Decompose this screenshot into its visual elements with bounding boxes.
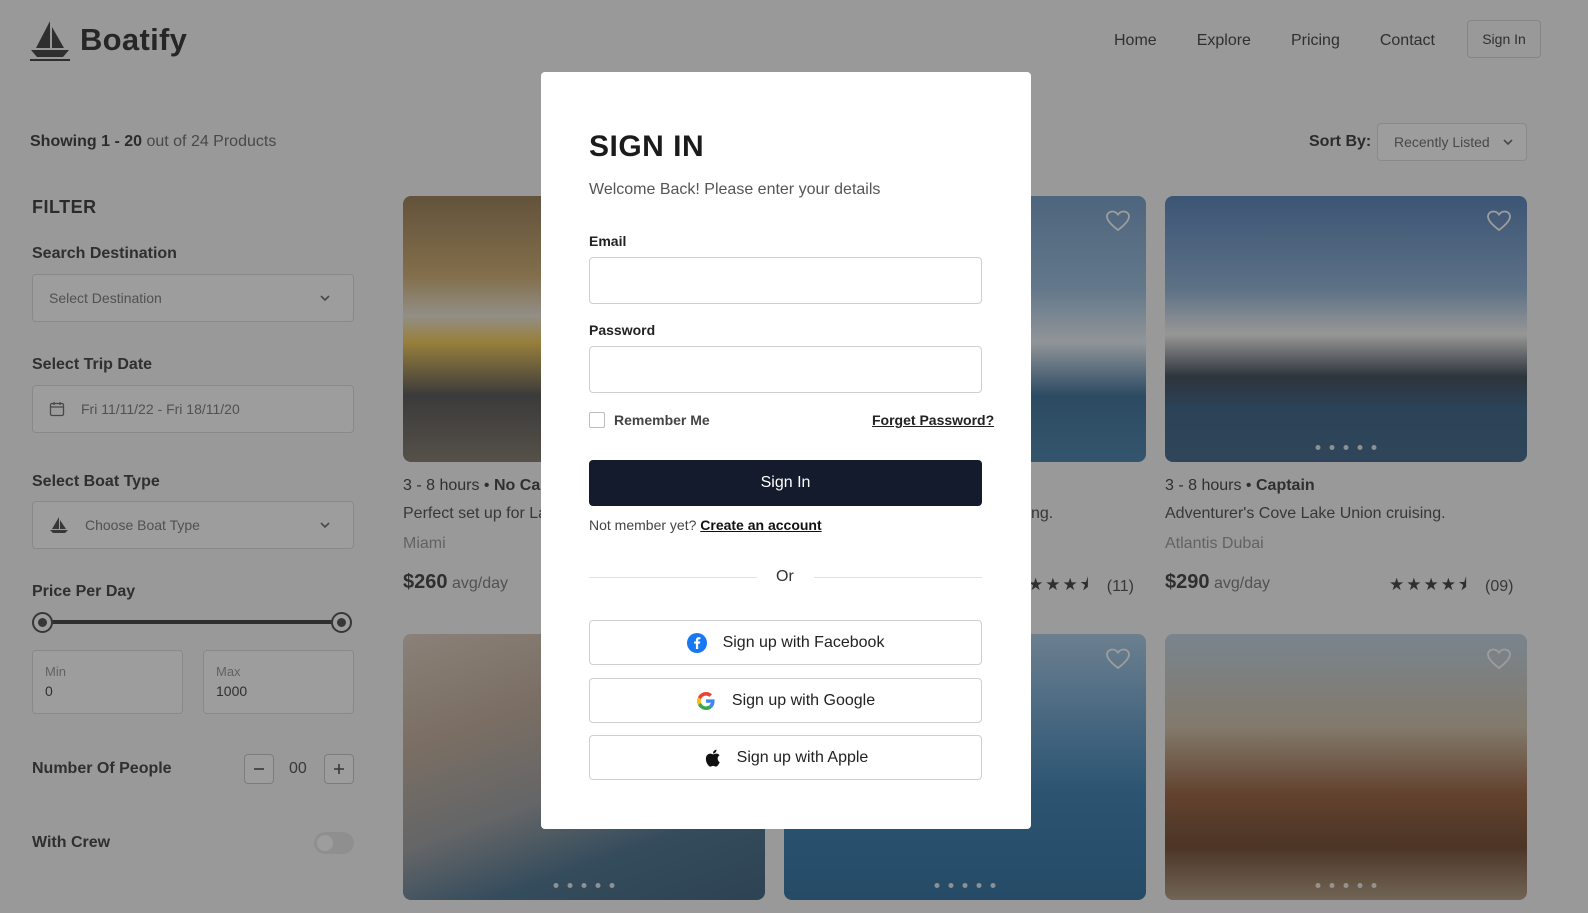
email-input[interactable] — [589, 257, 982, 304]
facebook-icon — [686, 632, 707, 653]
facebook-signup-button[interactable]: Sign up with Facebook — [589, 620, 982, 665]
remember-me-checkbox[interactable] — [589, 412, 605, 428]
remember-me-label: Remember Me — [614, 412, 710, 428]
or-divider-text: Or — [776, 568, 794, 585]
forgot-password-link[interactable]: Forget Password? — [872, 412, 994, 428]
password-label: Password — [589, 322, 656, 338]
google-icon — [696, 691, 715, 710]
sign-in-modal: SIGN IN Welcome Back! Please enter your … — [541, 72, 1031, 829]
divider-left — [589, 577, 757, 578]
modal-subtitle: Welcome Back! Please enter your details — [589, 181, 881, 198]
password-input[interactable] — [589, 346, 982, 393]
remember-me[interactable]: Remember Me — [589, 412, 710, 428]
signup-prompt: Not member yet? Create an account — [589, 517, 822, 533]
create-account-link[interactable]: Create an account — [700, 517, 821, 533]
divider-right — [814, 577, 982, 578]
signup-prompt-text: Not member yet? — [589, 517, 701, 533]
modal-title: SIGN IN — [589, 130, 705, 163]
sign-in-button[interactable]: Sign In — [589, 460, 982, 506]
apple-signup-button[interactable]: Sign up with Apple — [589, 735, 982, 780]
email-label: Email — [589, 233, 627, 249]
google-signup-label: Sign up with Google — [731, 691, 876, 709]
apple-icon — [705, 749, 720, 767]
google-signup-button[interactable]: Sign up with Google — [589, 678, 982, 723]
apple-signup-label: Sign up with Apple — [736, 748, 869, 766]
facebook-signup-label: Sign up with Facebook — [722, 633, 885, 651]
